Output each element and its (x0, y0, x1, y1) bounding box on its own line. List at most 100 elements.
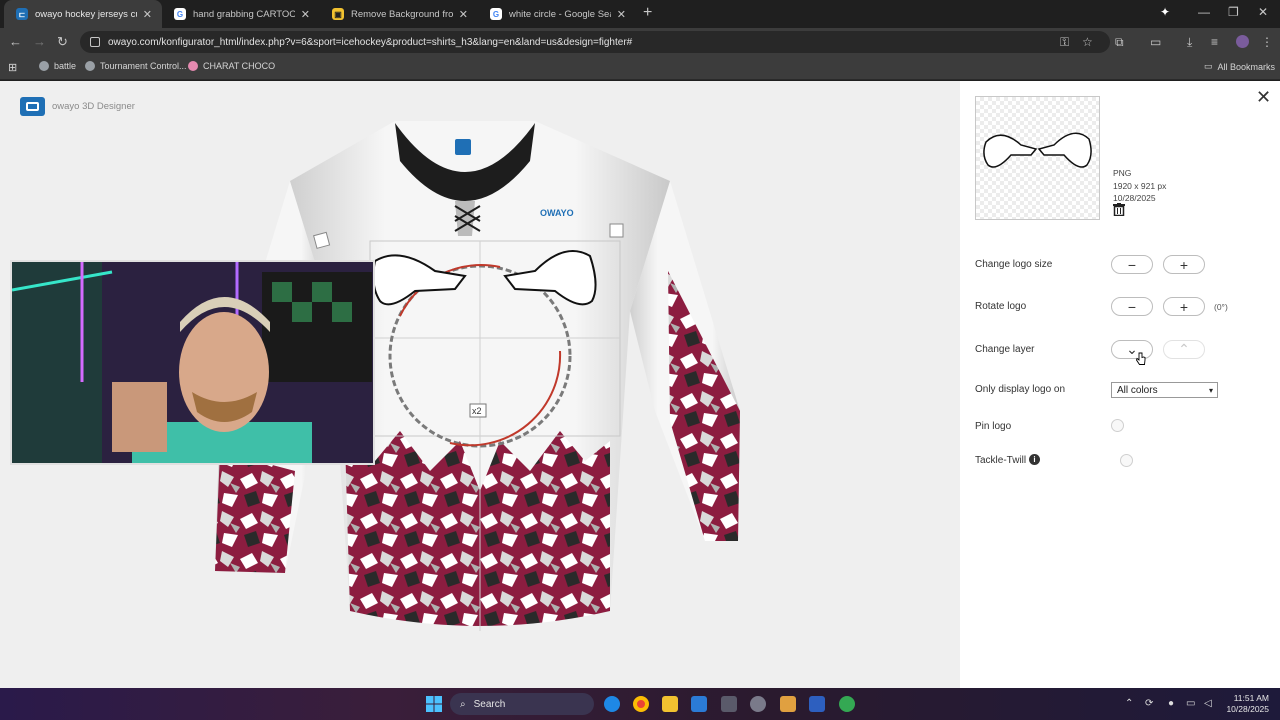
browser-toolbar: ← → ↻ owayo.com/konfigurator_html/index.… (0, 28, 1280, 56)
download-icon[interactable]: ⤓ (1187, 35, 1192, 50)
charat-icon (188, 61, 198, 71)
chevron-down-icon: ▾ (1208, 385, 1213, 395)
app-icon[interactable] (721, 696, 737, 712)
edge-icon[interactable] (604, 696, 620, 712)
chrome-icon[interactable] (633, 696, 649, 712)
close-tab-icon[interactable]: ✕ (301, 8, 310, 21)
owayo-logo-icon (20, 97, 45, 116)
bookmark-label: CHARAT CHOCO (203, 61, 276, 71)
jersey-brand-text: OWAYO (540, 208, 574, 218)
file-explorer-icon[interactable] (662, 696, 678, 712)
file-dimensions: 1920 x 921 px (1113, 180, 1167, 191)
trash-icon[interactable] (1113, 203, 1125, 216)
chrome-active-icon[interactable] (839, 696, 855, 712)
pin-handle-icon[interactable] (313, 231, 331, 249)
reading-list-icon[interactable]: ≡ (1211, 35, 1218, 49)
clock-date: 10/28/2025 (1226, 704, 1269, 714)
minimize-button[interactable]: — (1198, 5, 1210, 19)
streamer-video (12, 262, 373, 463)
tab-title: Remove Background from Imag (351, 8, 453, 20)
close-icon[interactable]: ✕ (1256, 87, 1271, 108)
extensions-icon[interactable]: ⧉ (1115, 35, 1124, 50)
webcam-overlay (10, 260, 375, 465)
gemini-icon[interactable]: ✦ (1160, 5, 1170, 19)
file-info: PNG 1920 x 921 px 10/28/2025 (1113, 167, 1166, 205)
hands-logo-preview (983, 132, 1092, 168)
taskbar-search[interactable]: ⌕ Search (450, 693, 594, 715)
folder-icon: ▭ (1204, 61, 1213, 71)
obs-icon[interactable] (750, 696, 766, 712)
brand-label: owayo 3D Designer (52, 101, 135, 112)
tab-remove-bg[interactable]: ▣ Remove Background from Imag ✕ (320, 0, 478, 28)
rotate-left-button[interactable]: − (1111, 297, 1153, 316)
reload-button[interactable]: ↻ (57, 34, 68, 50)
tab-title: owayo hockey jerseys custom d (35, 8, 137, 20)
tab-title: white circle - Google Search (509, 8, 611, 20)
globe-icon (85, 61, 95, 71)
back-button[interactable]: ← (9, 34, 22, 49)
logo-thumbnail[interactable] (975, 96, 1100, 220)
logo-settings-panel: ✕ PNG 1920 x 921 px 10/28/2025 Change lo… (960, 81, 1280, 688)
menu-icon[interactable]: ⋮ (1261, 35, 1273, 49)
apps-grid-icon[interactable]: ⊞ (8, 61, 17, 74)
scale-label: x2 (472, 406, 482, 416)
google-icon: G (490, 8, 502, 20)
3d-viewport[interactable]: owayo 3D Designer OWAYO x2 (0, 81, 960, 688)
address-bar[interactable]: owayo.com/konfigurator_html/index.php?v=… (80, 31, 1110, 53)
profile-avatar[interactable] (1236, 35, 1249, 48)
new-tab-button[interactable]: + (643, 4, 652, 22)
restore-button[interactable]: ❐ (1228, 5, 1239, 19)
chevron-up-icon: ⌃ (1178, 341, 1190, 357)
forward-button[interactable]: → (33, 34, 46, 49)
microphone-icon[interactable]: ● (1168, 698, 1174, 709)
minus-icon: − (1127, 256, 1137, 273)
increase-size-button[interactable]: + (1163, 255, 1205, 274)
file-type: PNG (1113, 168, 1132, 178)
password-key-icon[interactable]: ⚿ (1060, 35, 1069, 50)
close-window-button[interactable]: ✕ (1258, 5, 1268, 19)
close-tab-icon[interactable]: ✕ (617, 8, 626, 21)
decrease-size-button[interactable]: − (1111, 255, 1153, 274)
close-tab-icon[interactable]: ✕ (143, 8, 152, 21)
display-on-select[interactable]: All colors ▾ (1111, 382, 1218, 398)
all-bookmarks-button[interactable]: ▭ All Bookmarks (1204, 61, 1275, 72)
clock-time: 11:51 AM (1233, 693, 1269, 703)
globe-icon (39, 61, 49, 71)
change-layer-label: Change layer (975, 344, 1035, 355)
bookmark-label: Tournament Control... (100, 61, 187, 71)
bookmark-item[interactable]: CHARAT CHOCO (188, 61, 275, 71)
rotate-right-button[interactable]: + (1163, 297, 1205, 316)
hand-cursor-icon (1136, 352, 1146, 365)
tab-owayo[interactable]: ⊏ owayo hockey jerseys custom d ✕ (4, 0, 162, 28)
store-icon[interactable] (691, 696, 707, 712)
cast-icon[interactable]: ▭ (1150, 35, 1161, 49)
network-icon[interactable]: ▭ (1186, 698, 1195, 709)
removebg-icon: ▣ (332, 8, 344, 20)
bookmark-star-icon[interactable]: ☆ (1082, 35, 1093, 49)
layer-up-button[interactable]: ⌃ (1163, 340, 1205, 359)
pin-logo-toggle[interactable] (1111, 419, 1124, 432)
tackle-twill-toggle[interactable] (1120, 454, 1133, 467)
pin-logo-label: Pin logo (975, 421, 1012, 432)
site-info-icon[interactable] (90, 37, 100, 47)
windows-start-icon[interactable] (426, 696, 442, 712)
app-icon[interactable] (809, 696, 825, 712)
search-label: Search (473, 698, 506, 710)
close-tab-icon[interactable]: ✕ (459, 8, 468, 21)
bookmark-item[interactable]: battle (39, 61, 76, 71)
select-value: All colors (1117, 384, 1158, 396)
tackle-twill-label: Tackle-Twill (975, 455, 1027, 466)
clock[interactable]: 11:51 AM 10/28/2025 (1221, 693, 1269, 715)
tab-hand-grabbing[interactable]: G hand grabbing CARTOON - Go ✕ (162, 0, 320, 28)
all-bookmarks-label: All Bookmarks (1217, 61, 1276, 72)
sync-icon[interactable]: ⟳ (1145, 698, 1153, 709)
layer-down-button[interactable]: ⌄ (1111, 340, 1153, 359)
volume-icon[interactable]: ◁ (1204, 698, 1212, 709)
rotate-handle-icon[interactable] (609, 223, 624, 238)
info-icon[interactable]: i (1029, 454, 1040, 465)
search-icon: ⌕ (460, 698, 466, 710)
app-icon[interactable] (780, 696, 796, 712)
tab-white-circle[interactable]: G white circle - Google Search ✕ (478, 0, 636, 28)
bookmark-item[interactable]: Tournament Control... (85, 61, 187, 71)
show-hidden-icons[interactable]: ⌃ (1125, 698, 1133, 709)
